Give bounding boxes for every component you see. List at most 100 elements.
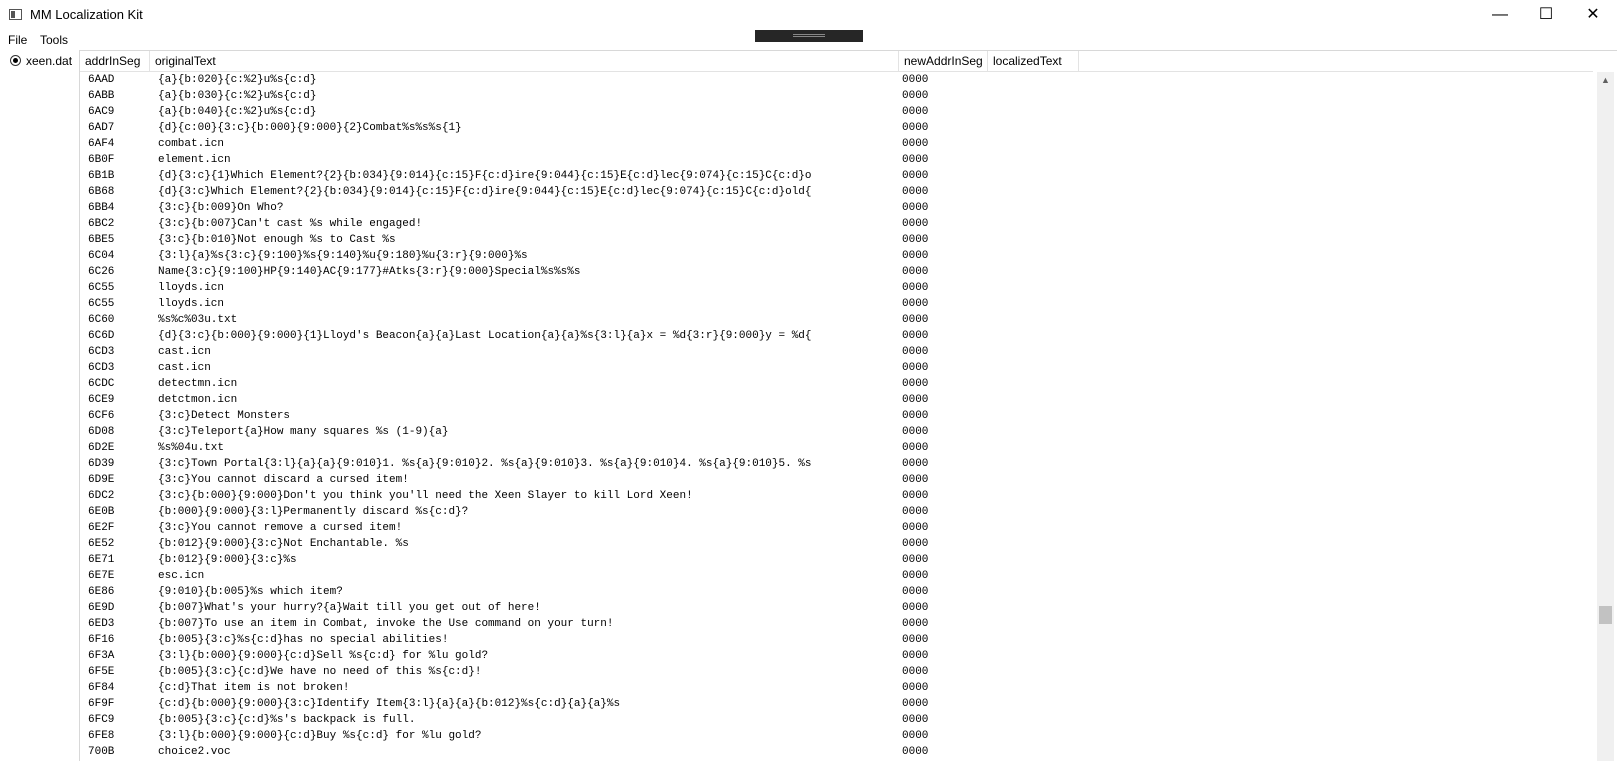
- cell-newaddrinseg[interactable]: 0000: [902, 218, 986, 230]
- column-header-originaltext[interactable]: originalText: [150, 51, 899, 72]
- table-row[interactable]: 6CE9 detctmon.icn 0000: [80, 393, 1600, 409]
- cell-originaltext[interactable]: {b:005}{3:c}%s{c:d}has no special abilit…: [158, 634, 898, 646]
- cell-addrinseg[interactable]: 6F5E: [88, 666, 148, 678]
- table-row[interactable]: 6D2E %s%04u.txt 0000: [80, 441, 1600, 457]
- cell-addrinseg[interactable]: 6C26: [88, 266, 148, 278]
- cell-newaddrinseg[interactable]: 0000: [902, 314, 986, 326]
- vertical-scrollbar[interactable]: ▲: [1597, 72, 1614, 761]
- cell-newaddrinseg[interactable]: 0000: [902, 634, 986, 646]
- column-header-newaddrinseg[interactable]: newAddrInSeg: [899, 51, 988, 72]
- cell-addrinseg[interactable]: 6BB4: [88, 202, 148, 214]
- cell-originaltext[interactable]: {3:c}{b:010}Not enough %s to Cast %s: [158, 234, 898, 246]
- cell-originaltext[interactable]: {a}{b:030}{c:%2}u%s{c:d}: [158, 90, 898, 102]
- cell-newaddrinseg[interactable]: 0000: [902, 410, 986, 422]
- cell-originaltext[interactable]: {b:000}{9:000}{3:l}Permanently discard %…: [158, 506, 898, 518]
- table-row[interactable]: 6C55 lloyds.icn 0000: [80, 297, 1600, 313]
- maximize-button[interactable]: ☐: [1523, 0, 1569, 30]
- table-row[interactable]: 6F3A {3:l}{b:000}{9:000}{c:d}Sell %s{c:d}…: [80, 649, 1600, 665]
- table-row[interactable]: 6D9E {3:c}You cannot discard a cursed ite…: [80, 473, 1600, 489]
- column-header-localizedtext[interactable]: localizedText: [988, 51, 1079, 72]
- cell-originaltext[interactable]: {b:005}{3:c}{c:d}We have no need of this…: [158, 666, 898, 678]
- cell-addrinseg[interactable]: 6B0F: [88, 154, 148, 166]
- cell-newaddrinseg[interactable]: 0000: [902, 154, 986, 166]
- cell-addrinseg[interactable]: 6F3A: [88, 650, 148, 662]
- cell-newaddrinseg[interactable]: 0000: [902, 282, 986, 294]
- cell-newaddrinseg[interactable]: 0000: [902, 474, 986, 486]
- table-row[interactable]: 6B0F element.icn 0000: [80, 153, 1600, 169]
- minimize-button[interactable]: —: [1477, 0, 1523, 30]
- table-row[interactable]: 6BC2 {3:c}{b:007}Can't cast %s while enga…: [80, 217, 1600, 233]
- cell-addrinseg[interactable]: 700B: [88, 746, 148, 758]
- cell-addrinseg[interactable]: 6E52: [88, 538, 148, 550]
- table-row[interactable]: 6AAD {a}{b:020}{c:%2}u%s{c:d} 0000: [80, 73, 1600, 89]
- table-row[interactable]: 6CDC detectmn.icn 0000: [80, 377, 1600, 393]
- table-row[interactable]: 6DC2 {3:c}{b:000}{9:000}Don't you think y…: [80, 489, 1600, 505]
- cell-originaltext[interactable]: combat.icn: [158, 138, 898, 150]
- cell-newaddrinseg[interactable]: 0000: [902, 426, 986, 438]
- cell-addrinseg[interactable]: 6F84: [88, 682, 148, 694]
- cell-addrinseg[interactable]: 6CDC: [88, 378, 148, 390]
- cell-originaltext[interactable]: cast.icn: [158, 362, 898, 374]
- scrollbar-thumb[interactable]: [1599, 606, 1612, 624]
- drag-grip-handle[interactable]: [755, 30, 863, 42]
- cell-newaddrinseg[interactable]: 0000: [902, 570, 986, 582]
- cell-newaddrinseg[interactable]: 0000: [902, 602, 986, 614]
- table-row[interactable]: 6BE5 {3:c}{b:010}Not enough %s to Cast %s…: [80, 233, 1600, 249]
- cell-originaltext[interactable]: {3:c}You cannot discard a cursed item!: [158, 474, 898, 486]
- cell-newaddrinseg[interactable]: 0000: [902, 554, 986, 566]
- cell-addrinseg[interactable]: 6AF4: [88, 138, 148, 150]
- table-row[interactable]: 6E71 {b:012}{9:000}{3:c}%s 0000: [80, 553, 1600, 569]
- cell-originaltext[interactable]: {3:c}{b:000}{9:000}Don't you think you'l…: [158, 490, 898, 502]
- table-row[interactable]: 700B choice2.voc 0000: [80, 745, 1600, 761]
- cell-newaddrinseg[interactable]: 0000: [902, 186, 986, 198]
- cell-newaddrinseg[interactable]: 0000: [902, 538, 986, 550]
- cell-originaltext[interactable]: {3:c}{b:009}On Who?: [158, 202, 898, 214]
- cell-addrinseg[interactable]: 6E0B: [88, 506, 148, 518]
- table-row[interactable]: 6CF6 {3:c}Detect Monsters 0000: [80, 409, 1600, 425]
- cell-addrinseg[interactable]: 6E71: [88, 554, 148, 566]
- cell-newaddrinseg[interactable]: 0000: [902, 138, 986, 150]
- cell-originaltext[interactable]: {b:007}What's your hurry?{a}Wait till yo…: [158, 602, 898, 614]
- table-row[interactable]: 6B68 {d}{3:c}Which Element?{2}{b:034}{9:0…: [80, 185, 1600, 201]
- cell-addrinseg[interactable]: 6FC9: [88, 714, 148, 726]
- cell-newaddrinseg[interactable]: 0000: [902, 234, 986, 246]
- cell-newaddrinseg[interactable]: 0000: [902, 714, 986, 726]
- cell-addrinseg[interactable]: 6AC9: [88, 106, 148, 118]
- table-row[interactable]: 6E52 {b:012}{9:000}{3:c}Not Enchantable. …: [80, 537, 1600, 553]
- table-row[interactable]: 6F9F {c:d}{b:000}{9:000}{3:c}Identify Ite…: [80, 697, 1600, 713]
- cell-addrinseg[interactable]: 6E9D: [88, 602, 148, 614]
- table-row[interactable]: 6E0B {b:000}{9:000}{3:l}Permanently disca…: [80, 505, 1600, 521]
- cell-newaddrinseg[interactable]: 0000: [902, 698, 986, 710]
- cell-addrinseg[interactable]: 6ED3: [88, 618, 148, 630]
- cell-originaltext[interactable]: %s%04u.txt: [158, 442, 898, 454]
- cell-newaddrinseg[interactable]: 0000: [902, 330, 986, 342]
- cell-addrinseg[interactable]: 6F9F: [88, 698, 148, 710]
- cell-originaltext[interactable]: choice2.voc: [158, 746, 898, 758]
- cell-originaltext[interactable]: {a}{b:020}{c:%2}u%s{c:d}: [158, 74, 898, 86]
- cell-originaltext[interactable]: {3:c}You cannot remove a cursed item!: [158, 522, 898, 534]
- cell-originaltext[interactable]: {3:c}Detect Monsters: [158, 410, 898, 422]
- cell-newaddrinseg[interactable]: 0000: [902, 618, 986, 630]
- table-row[interactable]: 6AF4 combat.icn 0000: [80, 137, 1600, 153]
- table-row[interactable]: 6ED3 {b:007}To use an item in Combat, inv…: [80, 617, 1600, 633]
- cell-newaddrinseg[interactable]: 0000: [902, 442, 986, 454]
- table-row[interactable]: 6E9D {b:007}What's your hurry?{a}Wait til…: [80, 601, 1600, 617]
- cell-newaddrinseg[interactable]: 0000: [902, 202, 986, 214]
- cell-originaltext[interactable]: lloyds.icn: [158, 282, 898, 294]
- cell-addrinseg[interactable]: 6F16: [88, 634, 148, 646]
- cell-newaddrinseg[interactable]: 0000: [902, 266, 986, 278]
- file-label[interactable]: xeen.dat: [26, 54, 72, 68]
- table-row[interactable]: 6B1B {d}{3:c}{1}Which Element?{2}{b:034}{…: [80, 169, 1600, 185]
- table-row[interactable]: 6E7E esc.icn 0000: [80, 569, 1600, 585]
- cell-originaltext[interactable]: {b:012}{9:000}{3:c}%s: [158, 554, 898, 566]
- cell-originaltext[interactable]: {b:012}{9:000}{3:c}Not Enchantable. %s: [158, 538, 898, 550]
- cell-addrinseg[interactable]: 6CD3: [88, 346, 148, 358]
- table-row[interactable]: 6C26 Name{3:c}{9:100}HP{9:140}AC{9:177}#A…: [80, 265, 1600, 281]
- cell-originaltext[interactable]: {9:010}{b:005}%s which item?: [158, 586, 898, 598]
- cell-addrinseg[interactable]: 6E7E: [88, 570, 148, 582]
- table-row[interactable]: 6D08 {3:c}Teleport{a}How many squares %s …: [80, 425, 1600, 441]
- cell-originaltext[interactable]: {3:l}{b:000}{9:000}{c:d}Sell %s{c:d} for…: [158, 650, 898, 662]
- cell-addrinseg[interactable]: 6B68: [88, 186, 148, 198]
- table-row[interactable]: 6CD3 cast.icn 0000: [80, 361, 1600, 377]
- cell-originaltext[interactable]: {d}{3:c}{b:000}{9:000}{1}Lloyd's Beacon{…: [158, 330, 898, 342]
